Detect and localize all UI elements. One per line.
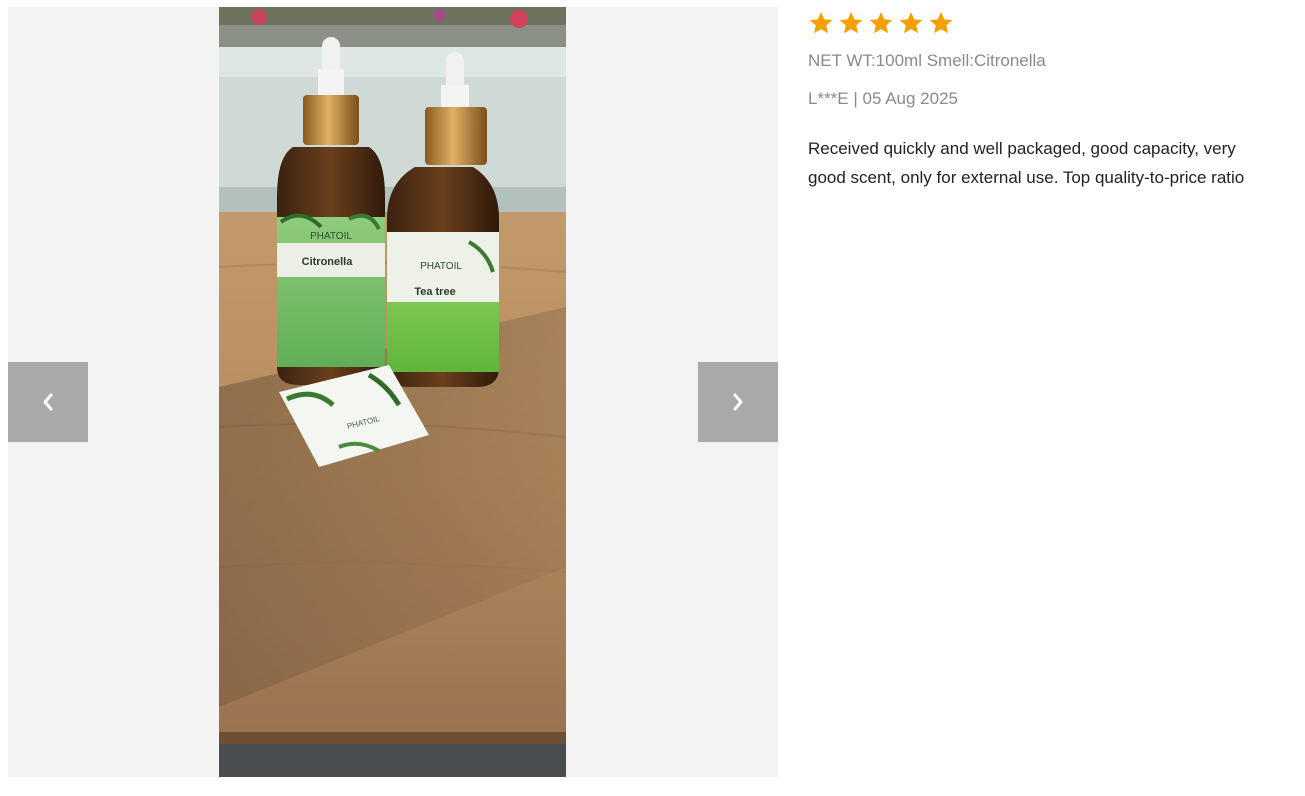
star-icon <box>929 11 953 34</box>
svg-text:Tea tree: Tea tree <box>414 286 455 298</box>
svg-text:PHATOIL: PHATOIL <box>420 261 462 272</box>
review-photo[interactable]: PHATOIL Citronella PHATOIL Tea tree PHAT… <box>219 7 566 777</box>
review-image-gallery: PHATOIL Citronella PHATOIL Tea tree PHAT… <box>8 7 778 777</box>
review-author-date: L***E | 05 Aug 2025 <box>808 89 958 108</box>
review-panel: NET WT:100ml Smell:Citronella L***E | 05… <box>808 8 1278 192</box>
svg-text:PHATOIL: PHATOIL <box>310 231 352 242</box>
star-icon <box>839 11 863 34</box>
review-text: Received quickly and well packaged, good… <box>808 139 1245 187</box>
review-sku-info: NET WT:100ml Smell:Citronella <box>808 51 1046 70</box>
chevron-left-icon <box>43 393 53 411</box>
star-icon <box>899 11 923 34</box>
star-rating <box>808 8 1278 38</box>
star-icon <box>809 11 833 34</box>
star-icon <box>869 11 893 34</box>
previous-image-button[interactable] <box>8 362 88 442</box>
chevron-right-icon <box>733 393 743 411</box>
next-image-button[interactable] <box>698 362 778 442</box>
svg-text:Citronella: Citronella <box>302 256 354 268</box>
